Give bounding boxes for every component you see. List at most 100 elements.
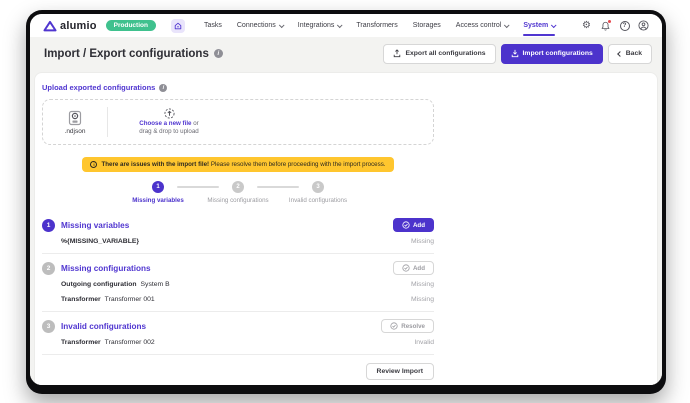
upload-instructions: Choose a new file or drag & drop to uplo… <box>108 108 230 137</box>
row-value: Transformer 001 <box>104 296 155 304</box>
table-row: Transformer Transformer 001 Missing <box>42 290 434 305</box>
status-badge: Missing <box>410 281 434 289</box>
row-value: Transformer 002 <box>104 339 155 347</box>
upload-icon <box>163 108 175 119</box>
alumio-logo-icon <box>43 20 57 31</box>
chevron-down-icon <box>337 21 343 28</box>
content-card: Upload exported configurations i .ndjson <box>34 72 658 385</box>
section-title: Missing variables <box>61 220 130 230</box>
section-header: 2 Missing configurations Add <box>42 261 434 276</box>
nav-access-control[interactable]: Access control <box>456 14 510 37</box>
chevron-down-icon <box>278 21 285 28</box>
title-actions: Export all configurations Import configu… <box>383 43 652 64</box>
info-icon[interactable]: i <box>213 49 223 58</box>
upload-section-label: Upload exported configurations <box>42 83 156 92</box>
status-badge: Missing <box>410 296 434 304</box>
section-header: 1 Missing variables Add <box>42 218 434 233</box>
check-circle-icon <box>390 322 398 330</box>
step-missing-configurations[interactable]: 2 Missing configurations <box>207 181 269 205</box>
content-column: Upload exported configurations i .ndjson <box>42 83 434 385</box>
nav-system[interactable]: System <box>523 14 557 37</box>
add-configuration-button[interactable]: Add <box>392 261 434 276</box>
page-body: Upload exported configurations i .ndjson <box>30 70 662 385</box>
nav-label: Connections <box>236 22 276 29</box>
choose-file-link[interactable]: Choose a new file <box>139 120 191 127</box>
current-file: .ndjson <box>43 110 107 135</box>
import-warning-banner: i There are issues with the import file!… <box>82 157 394 172</box>
section-missing-variables: 1 Missing variables Add %{MISSING_VARIAB… <box>42 211 434 255</box>
section-title: Missing configurations <box>61 263 151 273</box>
row-value: System B <box>140 281 170 289</box>
table-row: Transformer Transformer 002 Invalid <box>42 333 434 348</box>
row-label: %{MISSING_VARIABLE} <box>61 238 140 246</box>
status-badge: Missing <box>410 238 434 246</box>
back-button[interactable]: Back <box>607 43 652 64</box>
export-icon <box>394 49 401 58</box>
add-variable-button[interactable]: Add <box>392 218 434 233</box>
check-circle-icon <box>402 264 410 272</box>
resolve-button[interactable]: Resolve <box>381 319 434 334</box>
button-label: Import configurations <box>522 50 593 57</box>
dashboard-home-button[interactable] <box>170 18 185 33</box>
warning-text: There are issues with the import file! P… <box>101 161 385 168</box>
export-all-configurations-button[interactable]: Export all configurations <box>383 43 496 64</box>
warning-info-icon: i <box>90 161 98 168</box>
window-content: alumio Production Tasks Connections Inte <box>30 14 662 385</box>
nav-storages[interactable]: Storages <box>413 14 441 37</box>
file-upload-dropzone[interactable]: .ndjson Choose a new file or drag & drop… <box>42 99 434 145</box>
page-title-bar: Import / Export configurations i Export … <box>30 37 662 70</box>
table-row: Outgoing configuration System B Missing <box>42 275 434 290</box>
section-number-badge: 1 <box>42 218 55 232</box>
step-number: 2 <box>232 181 244 193</box>
nav-transformers[interactable]: Transformers <box>356 14 397 37</box>
file-type-label: .ndjson <box>64 127 86 135</box>
section-title: Invalid configurations <box>61 321 147 331</box>
page-title: Import / Export configurations <box>44 47 209 60</box>
app-window: alumio Production Tasks Connections Inte <box>26 10 666 394</box>
app-header: alumio Production Tasks Connections Inte <box>30 14 662 37</box>
nav-label: Storages <box>412 22 441 29</box>
row-label: Transformer <box>61 296 101 304</box>
settings-button[interactable]: ⚙ <box>581 20 592 31</box>
warning-bold: There are issues with the import file! <box>101 161 210 168</box>
upload-section-header: Upload exported configurations i <box>42 83 434 92</box>
step-number: 1 <box>152 181 164 193</box>
section-invalid-configurations: 3 Invalid configurations Resolve Transfo… <box>42 312 434 356</box>
alumio-logo[interactable]: alumio <box>43 20 97 32</box>
section-number-badge: 3 <box>42 319 55 333</box>
drop-text: drag & drop to upload <box>139 128 199 135</box>
help-button[interactable]: ? <box>619 20 630 31</box>
table-row: %{MISSING_VARIABLE} Missing <box>42 232 434 247</box>
import-configurations-button[interactable]: Import configurations <box>500 43 603 64</box>
home-icon <box>174 22 182 29</box>
step-label: Missing variables <box>132 197 184 204</box>
account-icon <box>638 20 649 31</box>
row-label: Outgoing configuration <box>61 281 137 289</box>
account-button[interactable] <box>638 20 649 31</box>
step-missing-variables[interactable]: 1 Missing variables <box>127 181 189 205</box>
section-number-badge: 2 <box>42 261 55 275</box>
review-import-button[interactable]: Review Import <box>365 363 434 381</box>
step-number: 3 <box>312 181 324 193</box>
help-icon: ? <box>619 20 630 31</box>
check-circle-icon <box>402 221 410 229</box>
chevron-down-icon <box>504 21 510 28</box>
nav-label: System <box>523 22 549 29</box>
step-label: Missing configurations <box>207 197 269 204</box>
file-icon <box>68 110 82 125</box>
nav-connections[interactable]: Connections <box>236 14 285 37</box>
import-stepper: 1 Missing variables 2 Missing configurat… <box>42 181 434 205</box>
nav-tasks[interactable]: Tasks <box>204 14 222 37</box>
chevron-down-icon <box>551 21 557 28</box>
notifications-button[interactable] <box>600 20 611 31</box>
nav-integrations[interactable]: Integrations <box>298 14 343 37</box>
button-label: Export all configurations <box>405 50 486 57</box>
step-invalid-configurations[interactable]: 3 Invalid configurations <box>287 181 349 205</box>
info-icon[interactable]: i <box>159 83 168 92</box>
nav-label: Tasks <box>203 22 222 29</box>
button-label: Add <box>412 221 425 229</box>
section-header: 3 Invalid configurations Resolve <box>42 319 434 334</box>
button-label: Back <box>625 50 642 57</box>
nav-label: Transformers <box>356 22 398 29</box>
button-label: Add <box>412 264 425 272</box>
